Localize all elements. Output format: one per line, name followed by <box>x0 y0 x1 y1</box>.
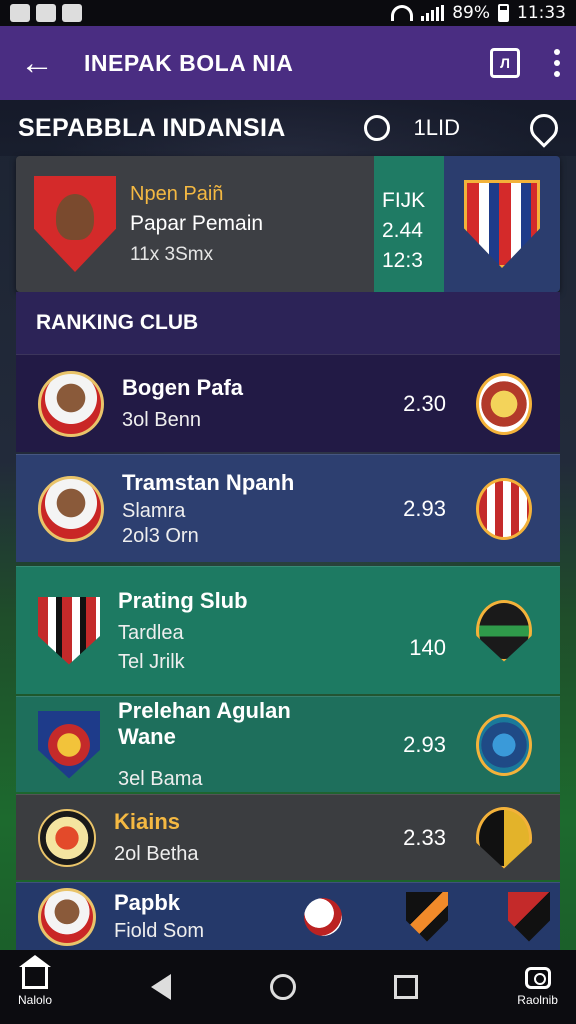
list-item[interactable]: Prelehan Agulan Wane 3el Bama 2.93 <box>16 696 560 792</box>
ranking-title: RANKING CLUB <box>16 292 560 354</box>
club-crest-icon <box>406 891 448 942</box>
club-badge-icon <box>38 710 100 779</box>
featured-player-card[interactable]: Npen Paiñ Papar Pemain 11x 3Smx FIJK 2.4… <box>16 156 560 292</box>
nav-right-label: Raolnib <box>517 993 558 1007</box>
status-bar: 89% 11:33 <box>0 0 576 26</box>
row-value: 2.93 <box>403 495 446 521</box>
row-sub2: Slamra <box>122 499 186 522</box>
row-sub: Tel Jrilk <box>118 650 185 673</box>
status-notifications <box>10 4 82 22</box>
club-crest-icon <box>508 891 550 942</box>
battery-percent: 89% <box>452 3 490 23</box>
row-name: Kiains <box>114 809 181 834</box>
square-icon[interactable]: Л <box>490 48 520 78</box>
row-sub: 2ol3 Orn <box>122 524 199 547</box>
row-sub: 3el Bama <box>118 768 203 790</box>
section-filter[interactable]: 1LID <box>414 115 460 141</box>
status-right: 89% 11:33 <box>391 3 566 23</box>
row-name: Prelehan Agulan Wane <box>118 698 291 749</box>
avatar <box>38 887 96 946</box>
list-item[interactable]: Kiains 2ol Betha 2.33 <box>16 794 560 880</box>
clock: 11:33 <box>517 3 566 23</box>
section-title: SEPABBLA INDANSIA <box>18 113 286 142</box>
timer-icon[interactable] <box>363 115 390 141</box>
app-title: INEPAK BOLA NIA <box>84 49 294 76</box>
app-bar: ← INEPAK BOLA NIA Л <box>0 26 576 100</box>
row-name: Bogen Pafa <box>122 375 244 400</box>
row-value: 2.33 <box>403 824 446 850</box>
club-badge-icon <box>38 596 100 665</box>
signal-icon <box>421 5 445 21</box>
row-name: Prating Slub <box>118 587 248 613</box>
recent-icon[interactable] <box>394 975 419 999</box>
club-crest-icon <box>476 372 532 435</box>
nav-left-label: Nalolo <box>18 993 53 1007</box>
list-item[interactable]: Papbk Fiold Som <box>16 882 560 950</box>
featured-player: Npen Paiñ Papar Pemain 11x 3Smx <box>16 156 374 292</box>
row-sub: 3ol Benn <box>122 409 201 431</box>
circle-home-icon[interactable] <box>269 974 296 1000</box>
list-item[interactable]: Tramstan Npanh Slamra 2ol3 Orn 2.93 <box>16 454 560 562</box>
home-icon <box>19 955 52 989</box>
camera-icon <box>524 967 551 989</box>
row-name: Tramstan Npanh <box>122 469 295 495</box>
featured-stat-value2: 12:3 <box>382 249 423 272</box>
club-crest-icon <box>476 477 532 540</box>
square-icon-label: Л <box>500 55 510 71</box>
ball-icon <box>304 897 342 936</box>
wifi-icon <box>391 5 414 21</box>
player-shield-avatar <box>34 176 116 272</box>
more-icon[interactable] <box>554 49 560 77</box>
club-crest-icon <box>476 806 532 869</box>
photo-icon <box>36 4 56 22</box>
app-icon <box>62 4 82 22</box>
featured-stat-value1: 2.44 <box>382 219 423 242</box>
location-icon[interactable] <box>524 108 564 148</box>
featured-line1: Npen Paiñ <box>130 182 224 205</box>
club-crest-icon <box>464 180 540 268</box>
notification-icon <box>10 4 30 22</box>
row-sub2: Tardlea <box>118 621 184 644</box>
featured-stats: FIJK 2.44 12:3 <box>374 156 444 292</box>
row-sub: 2ol Betha <box>114 843 199 865</box>
row-sub: Fiold Som <box>114 920 205 942</box>
back-icon[interactable] <box>150 974 171 1000</box>
club-badge-icon <box>38 808 96 867</box>
battery-icon <box>498 4 509 22</box>
nav-home-tab[interactable]: Nalolo <box>18 955 53 1007</box>
featured-line3: 11x 3Smx <box>130 243 214 265</box>
back-arrow-icon[interactable]: ← <box>16 42 58 84</box>
section-header: SEPABBLA INDANSIA 1LID <box>0 100 576 156</box>
bottom-nav: Nalolo Raolnib <box>0 950 576 1024</box>
featured-stat-label: FIJK <box>382 189 426 212</box>
avatar <box>38 370 104 437</box>
featured-line2: Papar Pemain <box>130 211 264 235</box>
club-crest-icon <box>476 599 532 662</box>
featured-club <box>444 156 560 292</box>
row-name: Papbk <box>114 890 181 915</box>
row-value: 2.93 <box>403 731 446 757</box>
club-crest-icon <box>476 713 532 776</box>
nav-camera-tab[interactable]: Raolnib <box>517 967 558 1007</box>
row-value: 140 <box>409 634 446 660</box>
avatar <box>38 475 104 542</box>
row-value: 2.30 <box>403 390 446 416</box>
list-item[interactable]: Bogen Pafa 3ol Benn 2.30 <box>16 354 560 452</box>
list-item[interactable]: Prating Slub Tardlea Tel Jrilk 140 <box>16 566 560 694</box>
